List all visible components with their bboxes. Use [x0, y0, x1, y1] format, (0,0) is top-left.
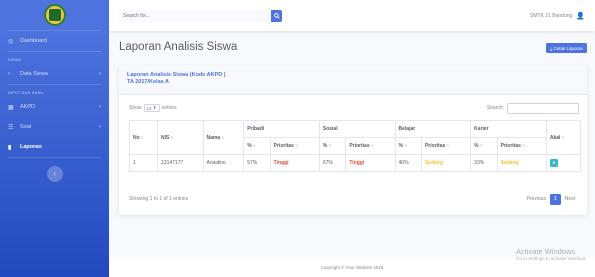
watermark-title: Activate Windows: [515, 247, 576, 256]
col-belajar-prioritas[interactable]: Prioritas⇅: [420, 137, 472, 155]
group-sosial: Sosial: [318, 120, 396, 138]
speedometer-icon: ◎: [8, 38, 14, 45]
chevron-right-icon: ›: [99, 124, 101, 130]
search-button[interactable]: [271, 9, 282, 22]
cell-akal: ●: [545, 154, 582, 172]
sidebar-item-label: Data Siswa: [20, 71, 48, 77]
entries-info: Showing 1 to 1 of 1 entries: [129, 196, 189, 202]
pagination: Previous 1 Next: [522, 193, 579, 205]
divider: [8, 157, 101, 158]
group-karier: Karier: [470, 120, 547, 138]
chevron-right-icon: ›: [99, 71, 101, 77]
sidebar-item-label: Laporan: [20, 144, 42, 150]
report-subtitle: TA 2017/Kelas A: [127, 79, 169, 85]
group-pribadi: Pribadi: [243, 120, 320, 138]
grid-icon: ▦: [8, 104, 14, 111]
copyright-text: Copyright © Your Website 2019: [320, 264, 384, 270]
previous-button[interactable]: Previous: [522, 194, 549, 205]
cell-nis: 13147177: [157, 154, 204, 172]
sidebar: ◎ Dashboard SISWA › Data Siswa › INPUT D…: [0, 0, 109, 277]
cell-karier-pct: 33%: [470, 154, 498, 172]
eye-icon: ●: [552, 160, 556, 166]
sidebar-heading-siswa: SISWA: [8, 58, 22, 62]
table-controls: Show 10 ⬍ entries Search:: [129, 102, 579, 114]
cell-sosial-prioritas: Tinggi: [345, 154, 396, 172]
col-nama[interactable]: Nama⇅: [202, 120, 245, 155]
table-row: 1 13147177 Ansalino 57% Tinggi 67% Tingg…: [128, 154, 582, 172]
file-icon: ▮: [8, 144, 12, 151]
search-label: Search:: [486, 105, 504, 111]
group-belajar: Belajar: [394, 120, 472, 138]
cell-karier-prioritas: Sedang: [496, 154, 547, 172]
search-group: [119, 9, 282, 22]
sidebar-heading-input: INPUT DAN HASIL: [8, 91, 45, 95]
page-title: Laporan Analisis Siswa: [119, 41, 238, 53]
search-input[interactable]: [119, 9, 271, 22]
watermark-subtitle: Go to Settings to activate Windows.: [515, 256, 587, 261]
card-header: Laporan Analisis Siswa (Kode AKPD ) TA 2…: [119, 65, 587, 95]
sidebar-item-label: Dashboard: [20, 38, 47, 44]
report-title: Laporan Analisis Siswa (Kode AKPD ): [127, 72, 226, 78]
cell-no: 1: [128, 154, 159, 172]
col-pribadi-prioritas[interactable]: Prioritas⇅: [269, 137, 320, 155]
detail-button[interactable]: ●: [549, 159, 558, 167]
col-pribadi-pct[interactable]: %⇅: [243, 137, 271, 155]
sidebar-item-laporan[interactable]: ▮ Laporan: [0, 137, 109, 157]
print-report-label: Cetak Laporan: [553, 45, 583, 51]
sidebar-item-label: AKPD: [20, 104, 35, 110]
sidebar-item-label: Soal: [20, 124, 32, 130]
page-1-button[interactable]: 1: [549, 193, 561, 205]
chevron-right-icon: ›: [99, 104, 101, 110]
chevron-right-icon: ›: [8, 71, 10, 77]
show-label: Show: [129, 105, 142, 111]
user-name: SMTK 21 Bandung: [530, 12, 573, 19]
chevron-down-icon: ⬍: [151, 105, 157, 110]
print-report-button[interactable]: ⤓ Cetak Laporan: [546, 43, 587, 53]
cell-pribadi-prioritas: Tinggi: [269, 154, 320, 172]
cell-belajar-pct: 40%: [394, 154, 422, 172]
chevron-left-icon: ‹: [53, 170, 56, 178]
report-card: Laporan Analisis Siswa (Kode AKPD ) TA 2…: [119, 65, 587, 215]
table-footer: Showing 1 to 1 of 1 entries Previous 1 N…: [129, 193, 579, 205]
col-belajar-pct[interactable]: %⇅: [394, 137, 422, 155]
list-icon: ☰: [8, 124, 14, 131]
col-akal[interactable]: Akal⇅: [545, 120, 582, 155]
search-icon: [273, 12, 280, 19]
col-karier-pct[interactable]: %⇅: [470, 137, 498, 155]
sidebar-toggle-button[interactable]: ‹: [46, 166, 63, 182]
next-button[interactable]: Next: [561, 194, 579, 205]
col-sosial-pct[interactable]: %⇅: [318, 137, 347, 155]
entries-select[interactable]: 10 ⬍: [143, 104, 160, 112]
main-content: Laporan Analisis Siswa ⤓ Cetak Laporan L…: [109, 31, 595, 277]
table-search-input[interactable]: [507, 102, 579, 114]
topbar: SMTK 21 Bandung 👤: [109, 0, 595, 31]
windows-activation-watermark: Activate Windows Go to Settings to activ…: [516, 247, 587, 261]
cell-pribadi-pct: 57%: [243, 154, 271, 172]
sidebar-item-data-siswa[interactable]: › Data Siswa ›: [0, 64, 109, 84]
cell-belajar-prioritas: Sedang: [420, 154, 472, 172]
entries-label: entries: [161, 105, 177, 111]
user-icon: 👤: [576, 12, 585, 20]
school-logo: [43, 4, 66, 26]
col-sosial-prioritas[interactable]: Prioritas⇅: [345, 137, 396, 155]
user-menu[interactable]: SMTK 21 Bandung 👤: [530, 12, 585, 20]
col-no[interactable]: No⇅: [128, 120, 159, 155]
sidebar-item-akpd[interactable]: ▦ AKPD ›: [0, 97, 109, 117]
sidebar-item-soal[interactable]: ☰ Soal ›: [0, 117, 109, 137]
cell-nama: Ansalino: [202, 154, 245, 172]
report-table: No⇅ NIS⇅ Nama⇅ Pribadi Sosial Belajar Ka…: [128, 120, 582, 172]
col-karier-prioritas[interactable]: Prioritas⇅: [496, 137, 547, 155]
brand[interactable]: [0, 0, 109, 30]
cell-sosial-pct: 67%: [318, 154, 347, 172]
col-nis[interactable]: NIS⇅: [157, 120, 204, 155]
table-search: Search:: [486, 102, 579, 114]
sidebar-item-dashboard[interactable]: ◎ Dashboard: [0, 31, 109, 51]
